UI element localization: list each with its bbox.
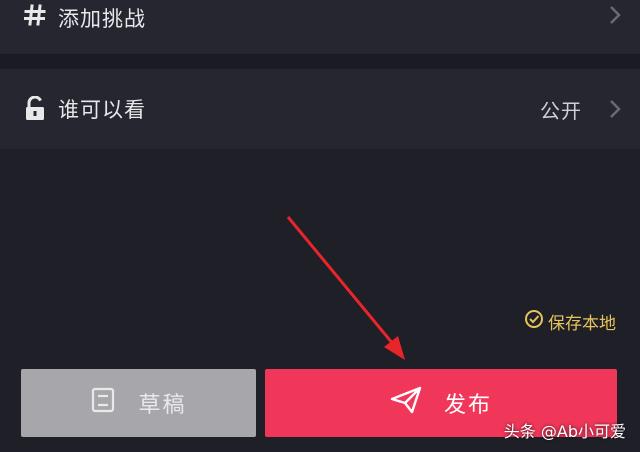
section-divider	[0, 54, 640, 69]
draft-button[interactable]: 草稿	[21, 369, 256, 437]
draft-icon	[90, 387, 116, 419]
add-challenge-row[interactable]: 添加挑战	[0, 0, 640, 54]
watermark-text: 头条 @Ab小可爱	[503, 422, 626, 441]
draft-label: 草稿	[138, 393, 187, 418]
visibility-value: 公开	[540, 98, 582, 123]
who-can-see-row[interactable]: 谁可以看 公开	[0, 69, 640, 149]
publish-label: 发布	[443, 393, 492, 418]
paper-plane-icon	[390, 386, 422, 420]
hashtag-icon	[22, 2, 48, 28]
chevron-right-icon	[608, 5, 622, 25]
add-challenge-label: 添加挑战	[58, 7, 146, 31]
save-local-toggle[interactable]: 保存本地	[524, 309, 616, 334]
save-local-label: 保存本地	[548, 314, 616, 334]
check-circle-icon	[524, 309, 544, 334]
who-can-see-label: 谁可以看	[58, 98, 146, 122]
lock-open-icon	[22, 96, 48, 122]
chevron-right-icon	[608, 99, 622, 119]
